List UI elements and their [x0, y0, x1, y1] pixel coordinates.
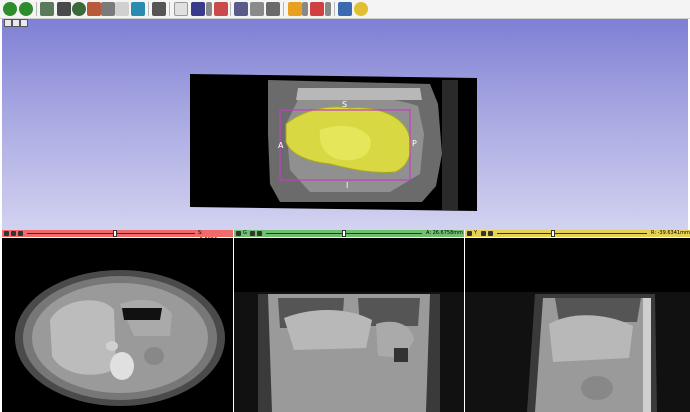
- yellow-slice-track: [497, 233, 647, 234]
- toolbar-separator: [283, 2, 284, 16]
- segment-icon[interactable]: [310, 2, 324, 16]
- dcm-icon[interactable]: [57, 2, 71, 16]
- liver-coronal: [284, 309, 372, 350]
- pin-icon[interactable]: [4, 19, 12, 27]
- transform-icon[interactable]: [266, 2, 280, 16]
- aorta: [106, 341, 118, 351]
- kidney: [581, 376, 613, 400]
- 3d-render: S A P I: [190, 74, 477, 211]
- pin-icon[interactable]: [236, 231, 241, 236]
- toolbar-separator: [334, 2, 335, 16]
- fiducial-icon[interactable]: [288, 2, 302, 16]
- kidney: [144, 347, 164, 365]
- yellow-slice-slider[interactable]: [551, 230, 555, 237]
- module-icon[interactable]: [87, 2, 101, 16]
- view-grid-icon[interactable]: [152, 2, 166, 16]
- spine-shadow: [442, 80, 458, 210]
- red-slice-track: [27, 233, 195, 234]
- link-icon[interactable]: [250, 231, 255, 236]
- green-view-label: G: [243, 230, 247, 236]
- green-slice-slider[interactable]: [342, 230, 346, 237]
- green-slice-view[interactable]: [234, 238, 464, 412]
- forward-icon[interactable]: [19, 2, 33, 16]
- red-slice-view[interactable]: [2, 238, 233, 412]
- link-icon[interactable]: [11, 231, 16, 236]
- toolbar-separator: [36, 2, 37, 16]
- liver-region: [50, 300, 116, 375]
- toolbar-separator: [230, 2, 231, 16]
- green-slice-controller: G A: 26.6758mm: [234, 230, 464, 237]
- pin-icon[interactable]: [4, 231, 9, 236]
- link-icon[interactable]: [481, 231, 486, 236]
- liver-sagittal: [549, 315, 633, 362]
- visibility-icon[interactable]: [488, 231, 493, 236]
- place-icon[interactable]: [191, 2, 205, 16]
- superior-label: S: [342, 100, 347, 109]
- yellow-slice-view[interactable]: [465, 238, 690, 412]
- layout-icon[interactable]: [131, 2, 145, 16]
- python-console-icon[interactable]: [338, 2, 352, 16]
- sagittal-ct-image: [465, 292, 690, 412]
- spine: [643, 298, 651, 412]
- main-toolbar: [0, 0, 690, 19]
- maximize-icon[interactable]: [20, 19, 28, 27]
- toolbar-separator: [169, 2, 170, 16]
- python-icon[interactable]: [354, 2, 368, 16]
- yellow-slice-controller: Y R: -39.6341mm: [465, 230, 690, 237]
- red-slice-controller: S: -5.5956mm: [2, 230, 233, 243]
- view-number-icon[interactable]: [12, 19, 20, 27]
- yellow-view-label: Y: [474, 230, 478, 236]
- back-icon[interactable]: [3, 2, 17, 16]
- edit-icon[interactable]: [115, 2, 129, 16]
- visibility-icon[interactable]: [257, 231, 262, 236]
- dropdown-arrow-icon[interactable]: [302, 2, 308, 16]
- pin-icon[interactable]: [467, 231, 472, 236]
- dropdown-arrow-icon[interactable]: [206, 2, 212, 16]
- data-icon[interactable]: [40, 2, 54, 16]
- screenshot-icon[interactable]: [214, 2, 228, 16]
- 3d-view-controller-bar: [2, 19, 688, 27]
- dropdown-arrow-icon[interactable]: [325, 2, 331, 16]
- red-slice-slider[interactable]: [113, 230, 117, 237]
- lung-base: [296, 88, 422, 100]
- green-slice-offset: A: 26.6758mm: [426, 230, 464, 236]
- axial-ct-image: [15, 270, 225, 406]
- yellow-slice-offset: R: -39.6341mm: [651, 230, 690, 236]
- extensions-icon[interactable]: [101, 2, 115, 16]
- vertebra: [110, 352, 134, 380]
- crop-icon[interactable]: [250, 2, 264, 16]
- gas-bubble: [122, 308, 162, 320]
- bowel-gas: [394, 348, 408, 362]
- coronal-ct-image: [234, 292, 464, 412]
- anterior-label: A: [278, 141, 284, 150]
- pointer-icon[interactable]: [174, 2, 188, 16]
- toolbar-separator: [148, 2, 149, 16]
- save-icon[interactable]: [72, 2, 86, 16]
- measure-icon[interactable]: [234, 2, 248, 16]
- posterior-label: P: [412, 139, 417, 148]
- inferior-label: I: [346, 181, 348, 190]
- 3d-view[interactable]: S A P I: [2, 19, 688, 230]
- visibility-icon[interactable]: [18, 231, 23, 236]
